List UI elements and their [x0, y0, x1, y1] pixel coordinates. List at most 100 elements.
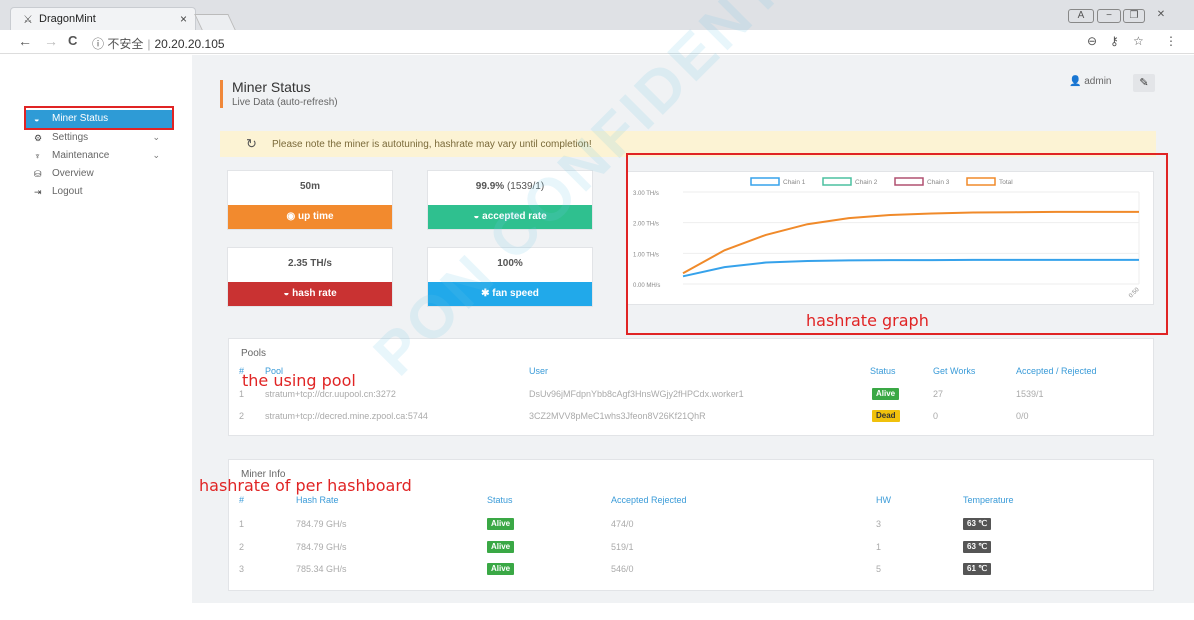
sign-out-icon: ⇥ [34, 187, 42, 197]
miner-cell: 784.79 GH/s [296, 542, 347, 552]
sidebar-item-settings[interactable]: ⚙ Settings ⌄ [24, 129, 172, 147]
profile-icon[interactable]: A [1068, 9, 1094, 23]
user-icon: 👤 [1069, 76, 1082, 87]
star-icon[interactable]: ☆ [1133, 34, 1144, 48]
miner-cell: 784.79 GH/s [296, 519, 347, 529]
miner-cell: 1 [239, 519, 245, 529]
address-bar: ← → C ⓘ 不安全 | 20.20.20.105 ⊖ ⚷ ☆ ⋮ [0, 30, 1194, 54]
page-subtitle: Live Data (auto-refresh) [232, 97, 338, 108]
miner-header-accepted: Accepted Rejected [611, 495, 687, 505]
pools-header-getworks: Get Works [933, 366, 976, 376]
annotation-pool-label: the using pool [242, 371, 356, 390]
miner-header-hw: HW [876, 495, 891, 505]
miner-cell: 5 [876, 564, 882, 574]
title-accent [220, 80, 223, 108]
edit-icon[interactable]: ✎ [1133, 74, 1155, 92]
sidebar-item-logout[interactable]: ⇥ Logout [24, 183, 172, 201]
new-tab-button[interactable] [194, 14, 236, 30]
accepted-label: ◒ accepted rate [428, 205, 592, 229]
browser-tab-strip: ⚔ DragonMint × A − ❐ ✕ [0, 0, 1194, 30]
annotation-graph-label: hashrate graph [806, 311, 929, 330]
page-title: Miner Status [232, 79, 311, 95]
pool-cell: 1539/1 [1016, 389, 1044, 399]
annotation-board-label: hashrate of per hashboard [199, 476, 412, 495]
clock-icon: ◉ [286, 211, 296, 222]
database-icon: ⛁ [34, 169, 42, 179]
miner-cell: 2 [239, 542, 245, 552]
pools-header-accepted: Accepted / Rejected [1016, 366, 1097, 376]
tab-close-icon[interactable]: × [180, 12, 187, 26]
miner-header-status: Status [487, 495, 513, 505]
status-badge: Alive [487, 518, 515, 530]
uptime-label: ◉ up time [228, 205, 392, 229]
fan-value: 100% [497, 258, 523, 269]
annotation-box-graph [626, 153, 1168, 335]
hashrate-card: 2.35 TH/s ◒ hash rate [227, 247, 393, 307]
miner-cell: 1 [876, 542, 882, 552]
temp-badge: 63 ℃ [963, 518, 992, 530]
info-icon: ⓘ [92, 37, 105, 51]
spinner-icon: ↻ [246, 136, 257, 151]
miner-cell: 474/0 [611, 519, 634, 529]
user-name: admin [1084, 76, 1112, 87]
temp-badge: 61 ℃ [963, 563, 992, 575]
pool-cell: 0/0 [1016, 411, 1029, 421]
security-label: 不安全 [107, 37, 144, 51]
dashboard-icon: ◒ [283, 288, 290, 299]
pool-cell: stratum+tcp://dcr.uupool.cn:3272 [265, 389, 396, 399]
miner-cell: 785.34 GH/s [296, 564, 347, 574]
minimize-icon[interactable]: − [1097, 9, 1121, 23]
key-icon[interactable]: ⚷ [1110, 34, 1119, 48]
dragon-favicon-icon: ⚔ [23, 14, 33, 26]
menu-icon[interactable]: ⋮ [1165, 34, 1177, 48]
status-badge: Alive [487, 541, 515, 553]
sidebar-item-overview[interactable]: ⛁ Overview [24, 165, 172, 183]
user-menu[interactable]: 👤 admin [1069, 76, 1111, 87]
notice-text: Please note the miner is autotuning, has… [272, 139, 592, 150]
pool-cell: DsUv96jMFdpnYbb8cAgf3HnsWGjy2fHPCdx.work… [529, 389, 744, 399]
forward-icon[interactable]: → [44, 33, 58, 49]
sidebar-item-label: Maintenance [52, 150, 110, 161]
window-close-icon[interactable]: ✕ [1150, 9, 1172, 23]
fan-card: 100% ✱ fan speed [427, 247, 593, 307]
sidebar-item-label: Settings [52, 132, 89, 143]
hashrate-value: 2.35 TH/s [288, 258, 332, 269]
zoom-icon[interactable]: ⊖ [1087, 34, 1097, 48]
plug-icon: ♆ [34, 151, 41, 161]
sidebar-item-maintenance[interactable]: ♆ Maintenance ⌄ [24, 147, 172, 165]
sidebar-item-label: Logout [52, 186, 83, 197]
status-badge: Dead [872, 410, 900, 422]
pool-cell: 27 [933, 389, 944, 399]
hashrate-label: ◒ hash rate [228, 282, 392, 306]
url-text: 20.20.20.105 [154, 37, 225, 51]
url-field[interactable]: ⓘ 不安全 | 20.20.20.105 [92, 33, 1162, 51]
miner-header-temp: Temperature [963, 495, 1014, 505]
pool-cell: 2 [239, 411, 245, 421]
temp-badge: 63 ℃ [963, 541, 992, 553]
sidebar-item-label: Overview [52, 168, 94, 179]
chevron-down-icon: ⌄ [152, 150, 160, 160]
pools-card: Pools # Pool User Status Get Works Accep… [228, 338, 1154, 436]
pools-title: Pools [241, 348, 267, 359]
sidebar: ◒ Miner Status ⚙ Settings ⌄ ♆ Maintenanc… [0, 55, 192, 620]
tab-title: DragonMint [39, 13, 96, 25]
annotation-box-menu [24, 106, 174, 130]
browser-tab[interactable]: ⚔ DragonMint × [10, 7, 196, 30]
miner-cell: 3 [239, 564, 245, 574]
back-icon[interactable]: ← [18, 33, 32, 49]
pool-cell: stratum+tcp://decred.mine.zpool.ca:5744 [265, 411, 428, 421]
fan-icon: ✱ [481, 288, 490, 299]
pool-cell: 0 [933, 411, 939, 421]
gears-icon: ⚙ [34, 133, 43, 143]
fan-label: ✱ fan speed [428, 282, 592, 306]
reload-icon[interactable]: C [68, 33, 77, 48]
dashboard-icon: ◒ [473, 211, 480, 222]
miner-cell: 3 [876, 519, 882, 529]
chevron-down-icon: ⌄ [152, 132, 160, 142]
restore-icon[interactable]: ❐ [1123, 9, 1145, 23]
accepted-value: 99.9% (1539/1) [475, 181, 545, 192]
pools-header-user: User [529, 366, 549, 376]
miner-cell: 546/0 [611, 564, 634, 574]
pool-cell: 3CZ2MVV8pMeC1whs3Jfeon8V26Kf21QhR [529, 411, 706, 421]
miner-cell: 519/1 [611, 542, 634, 552]
